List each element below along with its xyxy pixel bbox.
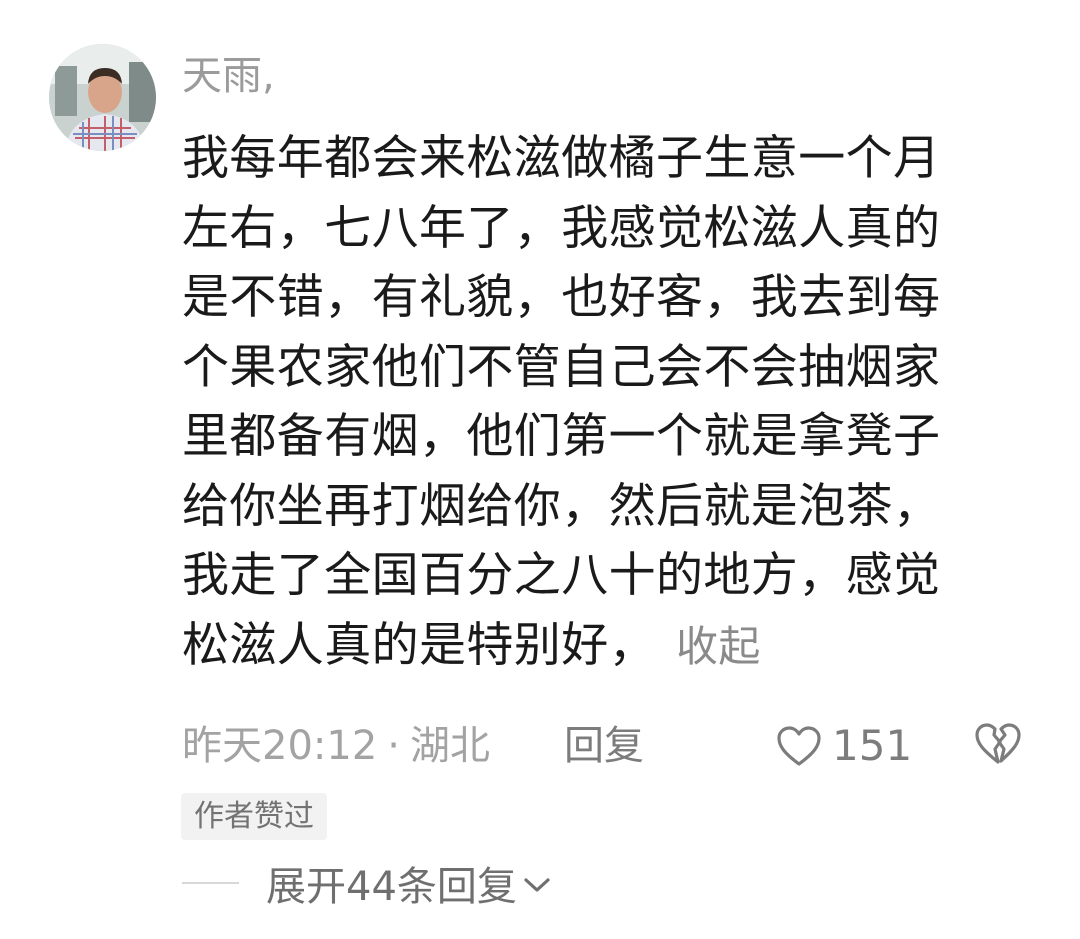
comment-text-line: 个果农家他们不管自己会不会抽烟家 [182, 339, 941, 395]
user-avatar-icon [49, 44, 156, 151]
comment-text-line: 是不错，有礼貌，也好客，我去到每 [182, 270, 941, 325]
author-liked-badge: 作者赞过 [181, 793, 327, 840]
comment-body: 我每年都会来松滋做橘子生意一个月 左右，七八年了，我感觉松滋人真的 是不错，有礼… [182, 124, 1012, 680]
comment-card: 天雨, 我每年都会来松滋做橘子生意一个月 左右，七八年了，我感觉松滋人真的 是不… [0, 0, 1080, 939]
divider-line [182, 882, 239, 884]
like-button[interactable]: 151 [776, 716, 912, 776]
dislike-button[interactable] [974, 722, 1022, 783]
collapse-button[interactable]: 收起 [676, 622, 761, 671]
comment-text-line: 左右，七八年了，我感觉松滋人真的 [182, 200, 941, 256]
username[interactable]: 天雨, [182, 48, 275, 104]
comment-meta-info: 昨天20:12 · 湖北 [182, 716, 490, 776]
meta-separator: · [387, 723, 400, 769]
expand-replies-label: 展开44条回复 [266, 864, 517, 910]
comment-text-line: 里都备有烟，他们第一个就是拿凳子 [182, 409, 941, 464]
comment-text-last-line: 松滋人真的是特别好， 收起 [182, 611, 1012, 681]
broken-heart-icon [975, 723, 1021, 764]
comment-location: 湖北 [410, 723, 490, 769]
heart-outline-icon [777, 726, 821, 766]
comment-text-line: 松滋人真的是特别好， [182, 617, 656, 673]
comment-meta: 昨天20:12 · 湖北 回复 151 [182, 716, 1032, 776]
expand-replies-button[interactable]: 展开44条回复 [182, 858, 553, 910]
comment-time: 昨天20:12 [182, 723, 378, 769]
avatar[interactable] [49, 44, 156, 151]
comment-text-line: 我每年都会来松滋做橘子生意一个月 [182, 131, 941, 186]
comment-text-line: 给你坐再打烟给你，然后就是泡茶， [182, 478, 941, 534]
chevron-down-icon [524, 878, 550, 892]
like-count: 151 [832, 721, 913, 770]
comment-text-line: 我走了全国百分之八十的地方，感觉 [182, 548, 941, 603]
reply-button[interactable]: 回复 [564, 716, 644, 776]
